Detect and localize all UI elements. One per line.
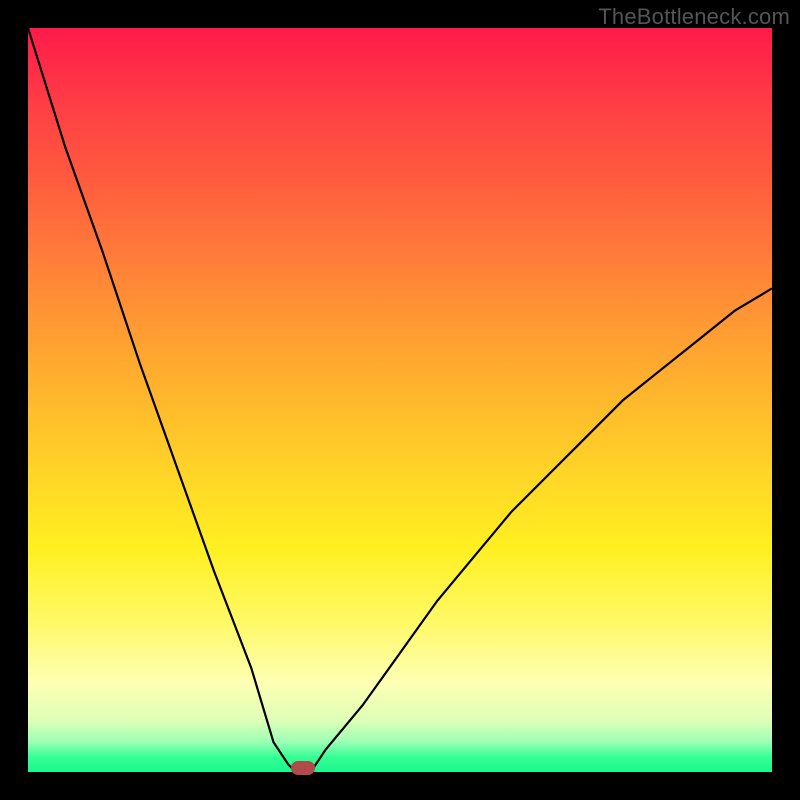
watermark-text: TheBottleneck.com [598,4,790,30]
bottleneck-curve [28,28,772,772]
chart-frame: TheBottleneck.com [0,0,800,800]
curve-path [28,28,772,772]
optimal-marker [291,761,315,775]
plot-area [28,28,772,772]
